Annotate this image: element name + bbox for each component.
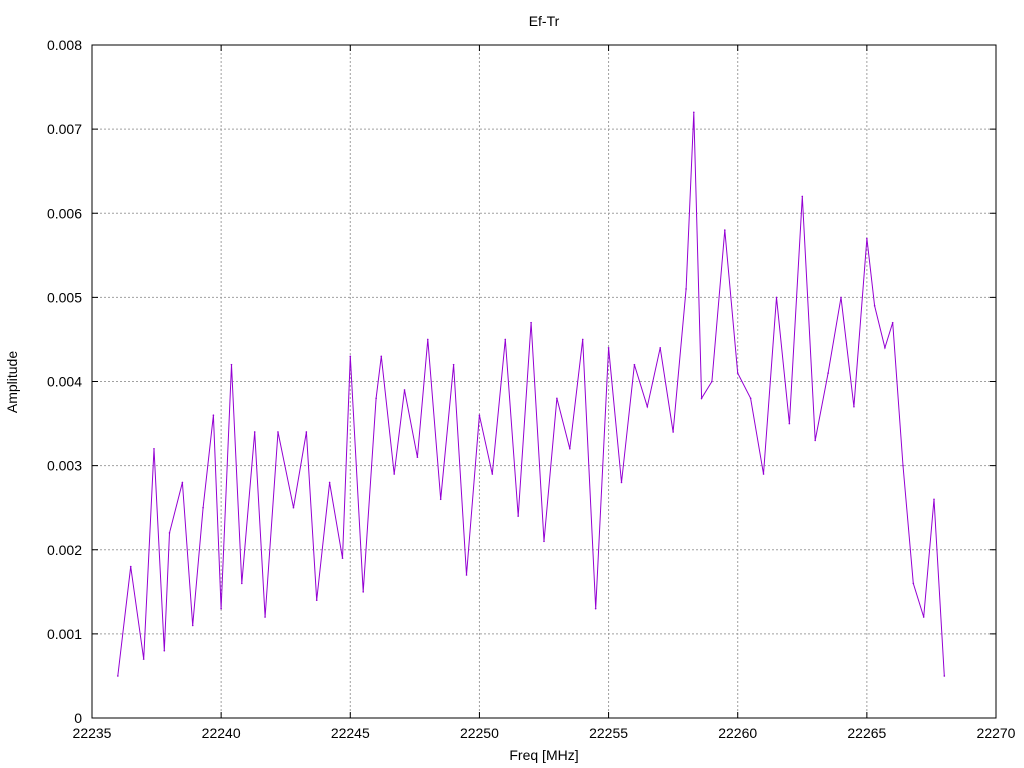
series-point <box>693 111 695 114</box>
x-tick-label: 22270 <box>977 725 1016 741</box>
series-point <box>362 591 365 593</box>
series-point <box>827 372 829 374</box>
series-point <box>212 414 215 416</box>
series-point <box>569 448 571 450</box>
series-point <box>912 582 915 585</box>
series-point <box>700 397 703 400</box>
series-point <box>762 473 765 475</box>
series-point <box>264 616 266 618</box>
y-tick-label: 0.004 <box>47 374 82 390</box>
series-point <box>416 456 419 459</box>
series-point <box>163 649 166 652</box>
series-point <box>853 405 855 408</box>
series-line <box>117 112 945 676</box>
y-tick-label: 0.003 <box>47 458 82 474</box>
y-axis-label: Amplitude <box>4 351 20 413</box>
series-point <box>866 237 868 240</box>
x-tick-label: 22260 <box>718 725 757 741</box>
series-point <box>426 338 429 341</box>
series-point <box>341 557 344 559</box>
series-point <box>933 498 935 501</box>
series-point <box>724 229 726 231</box>
series-point <box>922 616 925 618</box>
series-point <box>168 532 171 534</box>
series-point <box>292 506 295 509</box>
series-point <box>736 372 739 374</box>
series-point <box>884 347 886 349</box>
series-point <box>117 675 119 677</box>
y-tick-label: 0.008 <box>47 37 82 53</box>
chart: 22235 22240 22245 22250 22255 22260 22265 22270… <box>4 13 1016 763</box>
series-point <box>788 422 791 425</box>
series-point <box>491 473 494 475</box>
y-tick-label: 0.007 <box>47 121 82 137</box>
series-point <box>594 607 597 610</box>
x-tick-label: 22245 <box>331 725 370 741</box>
x-tick-label: 22265 <box>847 725 886 741</box>
series-point <box>153 448 155 450</box>
series-point <box>202 506 204 509</box>
series-point <box>581 338 584 341</box>
series-point <box>659 347 662 349</box>
series-point <box>241 582 243 585</box>
series-point <box>775 296 778 299</box>
series-point <box>685 288 687 290</box>
series-point <box>253 431 256 433</box>
series-point <box>439 498 442 501</box>
series-point <box>646 405 649 408</box>
series-point <box>530 321 532 324</box>
series-point <box>393 473 395 475</box>
series-point <box>328 481 331 484</box>
series-point <box>403 389 406 391</box>
x-axis-label: Freq [MHz] <box>509 747 578 763</box>
series-point <box>943 675 946 677</box>
series-point <box>315 599 318 602</box>
series-point <box>277 431 279 433</box>
series-point <box>801 195 804 198</box>
series-point <box>543 540 545 543</box>
series-point <box>375 397 377 400</box>
series-point <box>873 304 876 307</box>
series-point <box>556 397 558 400</box>
series-point <box>620 481 623 484</box>
x-tick-label: 22240 <box>202 725 241 741</box>
x-tick-label: 22250 <box>460 725 499 741</box>
series-point <box>749 397 752 400</box>
y-tick-label: 0.005 <box>47 289 82 305</box>
series-point <box>181 481 184 484</box>
y-tick-label: 0 <box>74 710 82 726</box>
series-point <box>891 321 894 324</box>
series-point <box>711 380 713 383</box>
series-point <box>220 607 222 610</box>
y-tick-label: 0.002 <box>47 542 82 558</box>
series-point <box>349 355 352 358</box>
y-tick-label: 0.006 <box>47 205 82 221</box>
series-point <box>230 363 233 366</box>
x-tick-label: 22235 <box>73 725 112 741</box>
series-point <box>478 414 481 416</box>
series-point <box>452 363 455 366</box>
series-point <box>504 338 507 341</box>
chart-title: Ef-Tr <box>529 13 560 29</box>
series-point <box>380 355 383 358</box>
y-tick-label: 0.001 <box>47 626 82 642</box>
grid-lines <box>92 45 996 718</box>
series-point <box>465 574 468 576</box>
x-axis-ticks: 22235 22240 22245 22250 22255 22260 22265 22270 <box>73 45 1016 741</box>
x-tick-label: 22255 <box>589 725 628 741</box>
series-point <box>191 624 194 627</box>
series-point <box>142 658 145 660</box>
series-points <box>117 111 946 677</box>
series-point <box>305 431 308 433</box>
series-point <box>607 347 610 349</box>
series-point <box>840 296 842 299</box>
series-point <box>129 565 132 568</box>
series-point <box>672 431 674 433</box>
series-point <box>517 515 519 517</box>
series-point <box>814 439 816 442</box>
series-point <box>633 363 636 366</box>
series-point <box>902 464 904 467</box>
